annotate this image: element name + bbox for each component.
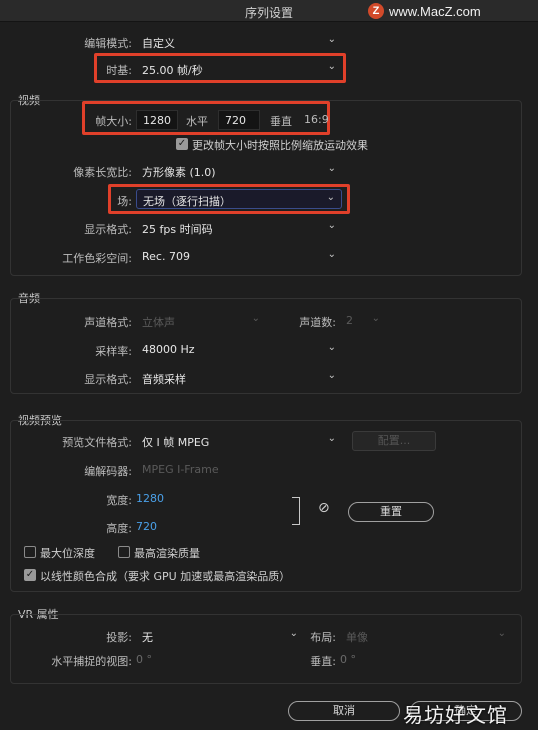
chevron-down-icon: ⌄ <box>251 313 260 324</box>
codec-label: 编解码器: <box>84 465 132 478</box>
watermark-text: www.MacZ.com <box>389 3 481 19</box>
chevron-down-icon: ⌄ <box>327 342 336 353</box>
preview-file-format-label: 预览文件格式: <box>62 436 132 449</box>
watermark: Z www.MacZ.com <box>368 3 481 19</box>
chevron-down-icon: ⌄ <box>371 313 380 324</box>
reset-button[interactable]: 重置 <box>348 502 434 522</box>
display-format-value: 25 fps 时间码 <box>142 223 213 236</box>
max-bit-depth-checkbox[interactable] <box>24 546 36 558</box>
channel-format-dropdown[interactable]: 立体声 ⌄ <box>136 311 266 331</box>
v-fov-label: 垂直: <box>310 655 336 668</box>
link-chain-icon[interactable]: ⊘ <box>318 500 330 516</box>
edit-mode-value: 自定义 <box>142 37 175 50</box>
h-fov-value[interactable]: 0 ° <box>136 653 152 666</box>
max-bit-depth-label: 最大位深度 <box>40 547 95 560</box>
frame-size-label: 帧大小: <box>95 115 132 128</box>
watermark-logo-icon: Z <box>368 3 384 19</box>
scale-motion-label: 更改帧大小时按照比例缩放运动效果 <box>192 139 368 152</box>
chevron-down-icon: ⌄ <box>327 34 336 45</box>
horizontal-label: 水平 <box>186 115 208 128</box>
channels-label: 声道数: <box>299 316 336 329</box>
codec-dropdown[interactable]: MPEG I-Frame <box>136 460 342 480</box>
channels-dropdown[interactable]: 2 ⌄ <box>340 311 386 331</box>
projection-value: 无 <box>142 631 153 644</box>
layout-value: 单像 <box>346 631 368 644</box>
vr-section <box>10 614 522 684</box>
channels-value: 2 <box>346 314 353 327</box>
timebase-label: 时基: <box>106 64 132 77</box>
projection-dropdown[interactable]: 无 ⌄ <box>136 626 304 646</box>
linear-color-label: 以线性颜色合成（要求 GPU 加速或最高渲染品质） <box>40 570 291 583</box>
timebase-value: 25.00 帧/秒 <box>142 64 203 77</box>
sample-rate-value: 48000 Hz <box>142 343 195 356</box>
channel-format-value: 立体声 <box>142 316 175 329</box>
projection-label: 投影: <box>106 631 132 644</box>
color-space-value: Rec. 709 <box>142 250 190 263</box>
channel-format-label: 声道格式: <box>84 316 132 329</box>
h-fov-label: 水平捕捉的视图: <box>51 655 132 668</box>
preview-width-value[interactable]: 1280 <box>136 492 164 505</box>
display-format-label: 显示格式: <box>84 223 132 236</box>
codec-value: MPEG I-Frame <box>142 463 219 476</box>
color-space-dropdown[interactable]: Rec. 709 ⌄ <box>136 247 342 267</box>
linear-color-checkbox[interactable]: ✓ <box>24 569 36 581</box>
audio-display-format-value: 音频采样 <box>142 373 186 386</box>
display-format-dropdown[interactable]: 25 fps 时间码 ⌄ <box>136 218 342 238</box>
max-render-quality-checkbox[interactable] <box>118 546 130 558</box>
chevron-down-icon: ⌄ <box>289 628 298 639</box>
max-render-quality-label: 最高渲染质量 <box>134 547 200 560</box>
chevron-down-icon: ⌄ <box>327 370 336 381</box>
chevron-down-icon: ⌄ <box>327 249 336 260</box>
field-dropdown[interactable]: 无场（逐行扫描） ⌄ <box>136 189 342 209</box>
preview-file-format-value: 仅 I 帧 MPEG <box>142 436 210 449</box>
v-fov-value[interactable]: 0 ° <box>340 653 356 666</box>
pixel-aspect-label: 像素长宽比: <box>73 166 132 179</box>
audio-display-format-label: 显示格式: <box>84 373 132 386</box>
chevron-down-icon: ⌄ <box>327 61 336 72</box>
chevron-down-icon: ⌄ <box>327 163 336 174</box>
sample-rate-dropdown[interactable]: 48000 Hz ⌄ <box>136 340 342 360</box>
edit-mode-label: 编辑模式: <box>84 37 132 50</box>
title-bar: 序列设置 Z www.MacZ.com <box>0 0 538 22</box>
edit-mode-dropdown[interactable]: 自定义 ⌄ <box>136 32 342 52</box>
link-bracket <box>292 497 300 525</box>
sample-rate-label: 采样率: <box>95 345 132 358</box>
configure-button[interactable]: 配置... <box>352 431 436 451</box>
preview-height-value[interactable]: 720 <box>136 520 157 533</box>
frame-width-input[interactable]: 1280 <box>136 110 178 130</box>
preview-file-format-dropdown[interactable]: 仅 I 帧 MPEG ⌄ <box>136 431 342 451</box>
footer-watermark: 易坊好文馆 <box>403 703 508 727</box>
layout-dropdown[interactable]: 单像 ⌄ <box>340 626 512 646</box>
cancel-button[interactable]: 取消 <box>288 701 400 721</box>
color-space-label: 工作色彩空间: <box>62 252 132 265</box>
scale-motion-checkbox[interactable]: ✓ <box>176 138 188 150</box>
audio-display-format-dropdown[interactable]: 音频采样 ⌄ <box>136 368 342 388</box>
layout-label: 布局: <box>310 631 336 644</box>
field-label: 场: <box>117 195 132 208</box>
preview-height-label: 高度: <box>106 522 132 535</box>
chevron-down-icon: ⌄ <box>497 628 506 639</box>
preview-width-label: 宽度: <box>106 494 132 507</box>
chevron-down-icon: ⌄ <box>327 220 336 231</box>
timebase-dropdown[interactable]: 25.00 帧/秒 ⌄ <box>136 59 342 79</box>
field-value: 无场（逐行扫描） <box>143 195 231 208</box>
chevron-down-icon: ⌄ <box>327 433 336 444</box>
frame-height-input[interactable]: 720 <box>218 110 260 130</box>
chevron-down-icon: ⌄ <box>326 192 335 203</box>
pixel-aspect-dropdown[interactable]: 方形像素 (1.0) ⌄ <box>136 161 342 181</box>
vertical-label: 垂直 <box>270 115 292 128</box>
pixel-aspect-value: 方形像素 (1.0) <box>142 166 216 179</box>
aspect-ratio-text: 16:9 <box>304 113 329 126</box>
